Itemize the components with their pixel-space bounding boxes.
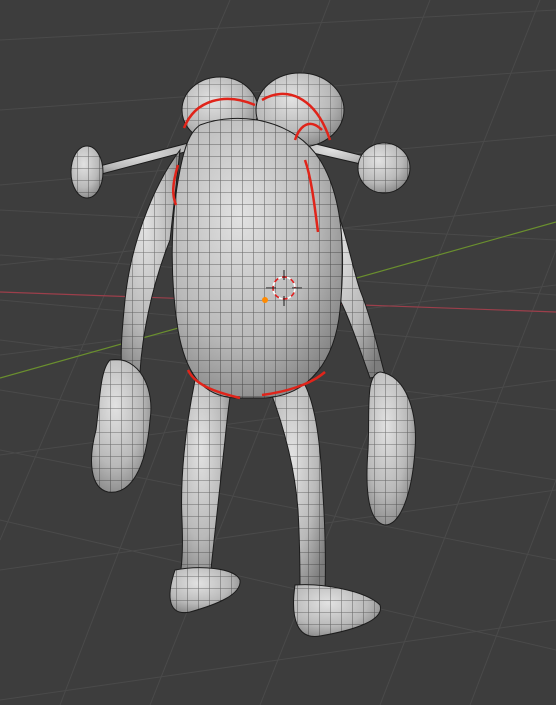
left-hand[interactable] (91, 359, 152, 493)
left-antenna-ball[interactable] (70, 145, 104, 199)
object-origin[interactable] (262, 297, 268, 303)
left-arm[interactable] (120, 148, 181, 373)
right-hand[interactable] (366, 371, 416, 526)
torso[interactable] (171, 117, 344, 399)
left-foot[interactable] (169, 567, 241, 614)
left-leg[interactable] (179, 379, 233, 579)
right-antenna-ball[interactable] (357, 142, 411, 194)
right-leg[interactable] (269, 384, 326, 593)
viewport-canvas[interactable] (0, 0, 556, 705)
3d-viewport[interactable] (0, 0, 556, 705)
right-foot[interactable] (293, 584, 381, 637)
